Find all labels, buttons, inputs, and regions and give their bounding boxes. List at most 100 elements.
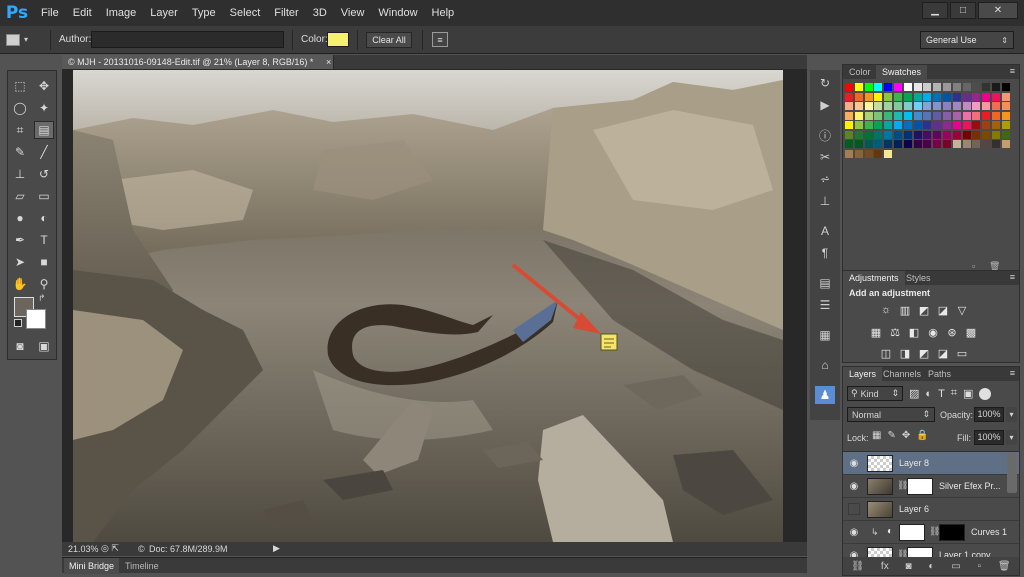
photo-filter-icon[interactable]: ◉	[926, 326, 940, 339]
swap-colors-icon[interactable]: ↱	[38, 293, 46, 304]
posterize-icon[interactable]: ◨	[898, 347, 912, 360]
tab-paths[interactable]: Paths	[922, 367, 957, 381]
color-swatch[interactable]	[874, 121, 883, 129]
color-swatch[interactable]	[894, 83, 902, 91]
color-swatch[interactable]	[923, 140, 932, 148]
rectangle-shape-icon[interactable]: ■	[34, 253, 54, 271]
color-swatch[interactable]	[1001, 92, 1010, 101]
layer-row[interactable]: ◉ ⛓ Silver Efex Pr...	[843, 475, 1019, 498]
tool-presets-icon[interactable]: ✂	[815, 148, 835, 166]
exposure-icon[interactable]: ◪	[936, 304, 950, 317]
hand-icon[interactable]: ✋	[10, 275, 30, 293]
color-swatch[interactable]	[894, 121, 902, 129]
delete-layer-icon[interactable]: 🗑	[998, 561, 1011, 572]
color-swatch[interactable]	[952, 83, 961, 91]
color-swatch[interactable]	[845, 83, 853, 91]
curves-icon[interactable]: ◩	[917, 304, 931, 317]
color-swatch[interactable]	[943, 130, 951, 139]
menu-edit[interactable]: Edit	[66, 0, 99, 26]
new-adjustment-icon[interactable]: ◐	[928, 561, 934, 572]
kind-filter-select[interactable]: ⚲ Kind ⇕	[847, 386, 903, 401]
color-swatch[interactable]	[903, 121, 912, 129]
color-swatch[interactable]	[864, 92, 873, 101]
color-swatch[interactable]	[854, 83, 863, 91]
color-swatch[interactable]	[992, 140, 1000, 148]
color-swatch[interactable]	[903, 111, 912, 120]
minimize-button[interactable]: ▁	[922, 2, 948, 19]
fill-input[interactable]: 100%	[974, 430, 1004, 445]
color-swatch[interactable]	[962, 121, 971, 129]
color-swatch[interactable]	[962, 92, 971, 101]
color-swatch[interactable]	[962, 102, 971, 110]
color-swatch[interactable]	[845, 111, 853, 120]
brush-icon[interactable]: ╱	[34, 143, 54, 161]
history-icon[interactable]: ↻	[815, 74, 835, 92]
notes-panel-toggle-icon[interactable]: ≡	[432, 32, 448, 47]
color-swatch[interactable]	[982, 130, 991, 139]
fill-dropdown-icon[interactable]: ▾	[1006, 430, 1017, 445]
color-swatch[interactable]	[933, 111, 942, 120]
levels-icon[interactable]: ▥	[898, 304, 912, 317]
zoom-icon[interactable]: ⚲	[34, 275, 54, 293]
maximize-button[interactable]: □	[950, 2, 976, 19]
color-swatch[interactable]	[874, 83, 883, 91]
layers-scrollbar[interactable]	[1007, 453, 1017, 493]
tab-channels[interactable]: Channels	[877, 367, 927, 381]
info-icon[interactable]: ⓘ	[815, 126, 835, 144]
status-menu-arrow-icon[interactable]: ▶	[273, 543, 280, 554]
filter-toggle-icon[interactable]	[979, 387, 992, 400]
color-swatch[interactable]	[1001, 130, 1010, 139]
color-swatch[interactable]	[854, 149, 863, 158]
gradient-icon[interactable]: ▭	[34, 187, 54, 205]
close-tab-icon[interactable]: ×	[326, 55, 331, 69]
color-swatch[interactable]	[874, 102, 883, 110]
invert-icon[interactable]: ◫	[879, 347, 893, 360]
clone-stamp-icon[interactable]: ⊥	[10, 165, 30, 183]
menu-image[interactable]: Image	[99, 0, 144, 26]
color-swatch[interactable]	[913, 140, 922, 148]
properties-icon[interactable]: ☰	[815, 296, 835, 314]
path-selection-icon[interactable]: ➤	[10, 253, 30, 271]
color-swatch[interactable]	[854, 121, 863, 129]
color-swatch[interactable]	[992, 102, 1000, 110]
color-swatch[interactable]	[874, 130, 883, 139]
notes-icon[interactable]: ▤	[815, 274, 835, 292]
screen-mode-icon[interactable]: ▣	[34, 337, 54, 355]
clear-all-button[interactable]: Clear All	[366, 32, 412, 48]
color-swatch[interactable]	[933, 130, 942, 139]
character-icon[interactable]: A	[815, 222, 835, 240]
background-color-swatch[interactable]	[26, 309, 46, 329]
layer-mask-thumbnail[interactable]	[907, 547, 933, 557]
color-swatch[interactable]	[952, 121, 961, 129]
lasso-icon[interactable]: ◯	[10, 99, 30, 117]
zoom-level[interactable]: 21.03%	[68, 544, 99, 554]
user-icon[interactable]: ♟	[815, 386, 835, 404]
color-swatch[interactable]	[982, 111, 991, 120]
tab-timeline[interactable]: Timeline	[120, 558, 164, 574]
color-swatch[interactable]	[962, 111, 971, 120]
color-swatch[interactable]	[884, 121, 893, 129]
color-swatch[interactable]	[864, 83, 873, 91]
color-swatch[interactable]	[884, 130, 893, 139]
quick-mask-icon[interactable]: ◙	[10, 337, 30, 355]
color-swatch[interactable]	[845, 130, 853, 139]
eraser-icon[interactable]: ▱	[10, 187, 30, 205]
document-tab[interactable]: © MJH - 20131016-09148-Edit.tif @ 21% (L…	[62, 55, 334, 69]
color-swatch[interactable]	[854, 140, 863, 148]
color-swatch[interactable]	[972, 92, 981, 101]
color-lookup-icon[interactable]: ▩	[964, 326, 978, 339]
vibrance-icon[interactable]: ▽	[955, 304, 969, 317]
menu-3d[interactable]: 3D	[306, 0, 334, 26]
status-info-icon[interactable]: ◎ ⇱	[101, 543, 119, 554]
new-layer-icon[interactable]: ▫	[978, 561, 982, 572]
color-swatch[interactable]	[874, 92, 883, 101]
color-swatch[interactable]	[972, 102, 981, 110]
type-filter-icon[interactable]: T	[938, 388, 945, 400]
color-swatch[interactable]	[923, 83, 932, 91]
color-swatch[interactable]	[903, 140, 912, 148]
color-swatch[interactable]	[894, 130, 902, 139]
color-swatch[interactable]	[884, 140, 893, 148]
add-mask-icon[interactable]: ◙	[906, 561, 912, 572]
color-swatch[interactable]	[864, 111, 873, 120]
pen-icon[interactable]: ✒	[10, 231, 30, 249]
